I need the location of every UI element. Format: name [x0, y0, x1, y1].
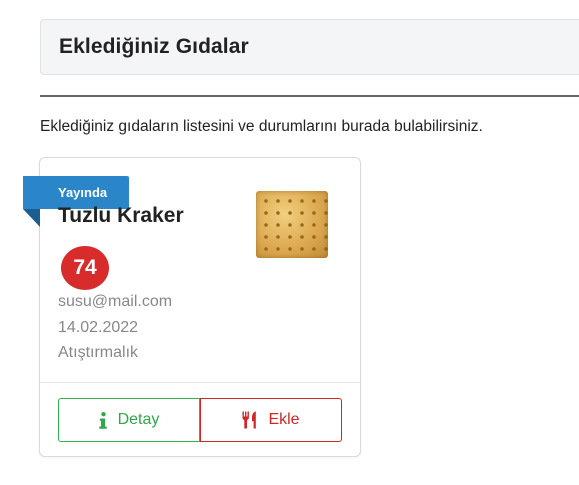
- utensils-icon: [242, 411, 257, 429]
- header-divider: [40, 95, 579, 97]
- food-name: Tuzlu Kraker: [58, 204, 184, 227]
- add-button-label: Ekle: [268, 411, 300, 428]
- add-button[interactable]: Ekle: [200, 398, 342, 442]
- page-header: Eklediğiniz Gıdalar: [40, 19, 579, 75]
- food-image: [256, 191, 328, 258]
- page-description: Eklediğiniz gıdaların listesini ve durum…: [40, 118, 483, 135]
- food-date: 14.02.2022: [58, 319, 139, 336]
- food-category: Atıştırmalık: [58, 344, 139, 361]
- score-badge: 74: [61, 246, 109, 290]
- food-email: susu@mail.com: [58, 293, 173, 310]
- detail-button-label: Detay: [117, 411, 160, 428]
- info-icon: [98, 411, 107, 429]
- page-title: Eklediğiniz Gıdalar: [59, 35, 249, 58]
- card-divider: [40, 382, 360, 383]
- status-badge-fold: [23, 209, 40, 227]
- detail-button[interactable]: Detay: [58, 398, 200, 442]
